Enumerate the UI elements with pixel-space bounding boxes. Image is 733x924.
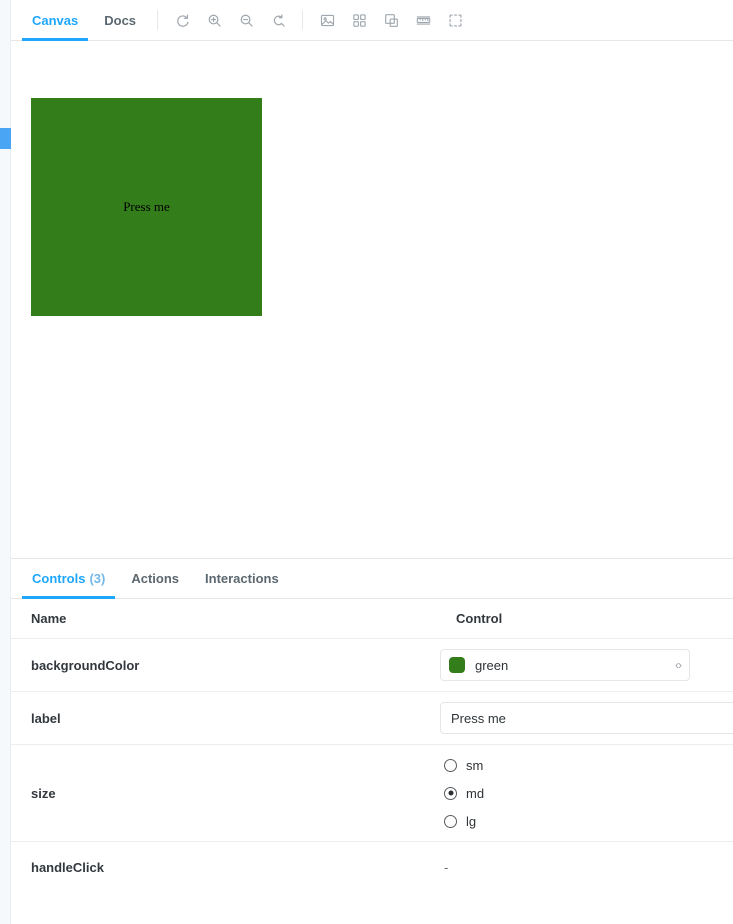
remount-icon[interactable]	[168, 6, 196, 34]
arg-name-handleClick: handleClick	[31, 860, 104, 876]
addon-panel: Controls (3) Actions Interactions Name C…	[11, 558, 733, 924]
color-control-backgroundColor[interactable]: green ‹›	[440, 649, 690, 681]
arg-name-cell: size	[11, 744, 436, 842]
zoom-reset-icon[interactable]	[264, 6, 292, 34]
main-column: Canvas Docs Press me Controls (3) Action…	[11, 0, 733, 924]
text-control-label[interactable]	[440, 702, 733, 734]
radio-label-md: md	[466, 785, 485, 801]
arg-control-cell: sm md lg	[436, 744, 733, 842]
controls-table-body: backgroundColor green ‹› label Press me …	[11, 638, 733, 894]
table-header-row: Name Control	[11, 599, 733, 639]
measure-icon[interactable]	[409, 6, 437, 34]
table-row: label	[11, 691, 733, 745]
controls-table: Name Control backgroundColor green ‹› la…	[11, 599, 733, 894]
tab-interactions[interactable]: Interactions	[192, 559, 292, 599]
radio-dot-lg[interactable]	[444, 814, 457, 828]
radio-dot-sm[interactable]	[444, 758, 457, 772]
controls-table-head: Name Control	[11, 599, 733, 639]
radio-dot-md[interactable]	[444, 786, 457, 800]
code-toggle-icon[interactable]: ‹›	[669, 658, 682, 672]
table-row: backgroundColor green ‹›	[11, 638, 733, 692]
arg-name-cell: backgroundColor	[11, 638, 436, 692]
empty-control-value: -	[444, 859, 449, 875]
toolbar-divider-2	[302, 10, 304, 30]
column-header-control: Control	[436, 599, 733, 639]
tab-controls-label: Controls	[32, 571, 86, 586]
radio-label-sm: sm	[466, 757, 484, 773]
preview-toolbar: Canvas Docs	[11, 0, 733, 41]
tab-controls[interactable]: Controls (3)	[19, 559, 118, 599]
tab-actions-label: Actions	[131, 571, 180, 586]
zoom-in-icon[interactable]	[200, 6, 228, 34]
table-row: handleClick -	[11, 841, 733, 894]
tab-interactions-label: Interactions	[205, 571, 279, 586]
arg-control-cell	[436, 691, 733, 745]
radio-option-sm[interactable]: sm	[440, 751, 733, 779]
backgrounds-icon[interactable]	[313, 6, 341, 34]
tab-controls-count: (3)	[89, 571, 106, 586]
arg-name-cell: label	[11, 691, 436, 745]
column-header-name: Name	[11, 599, 436, 639]
arg-control-cell: green ‹›	[436, 638, 733, 692]
sidebar-gutter	[0, 0, 11, 924]
zoom-out-icon[interactable]	[232, 6, 260, 34]
outline-icon[interactable]	[441, 6, 469, 34]
arg-name-cell: handleClick	[11, 841, 436, 894]
color-swatch[interactable]	[449, 657, 465, 673]
color-value-text: green	[475, 657, 509, 673]
arg-name-backgroundColor: backgroundColor	[31, 657, 140, 673]
arg-name-label: label	[31, 710, 61, 726]
story-button-label: Press me	[123, 199, 170, 214]
radio-label-lg: lg	[466, 813, 477, 829]
sidebar-resize-handle[interactable]	[0, 128, 11, 149]
storybook-root: Canvas Docs Press me Controls (3) Action…	[0, 0, 733, 924]
story-preview-button[interactable]: Press me	[31, 98, 262, 316]
viewport-icon[interactable]	[377, 6, 405, 34]
tab-canvas-label: Canvas	[32, 12, 79, 28]
radio-option-md[interactable]: md	[440, 779, 733, 807]
radio-group-size: sm md lg	[440, 745, 733, 841]
addon-panel-tabs: Controls (3) Actions Interactions	[11, 559, 733, 599]
tab-docs-label: Docs	[104, 12, 137, 28]
tab-docs[interactable]: Docs	[91, 0, 149, 41]
arg-name-size: size	[31, 785, 56, 801]
tab-canvas[interactable]: Canvas	[19, 0, 91, 41]
radio-option-lg[interactable]: lg	[440, 807, 733, 835]
arg-control-cell: -	[436, 841, 733, 894]
table-row: size sm md lg	[11, 744, 733, 842]
tab-actions[interactable]: Actions	[118, 559, 192, 599]
toolbar-divider-1	[157, 10, 159, 30]
preview-canvas: Press me	[11, 41, 733, 558]
grid-icon[interactable]	[345, 6, 373, 34]
